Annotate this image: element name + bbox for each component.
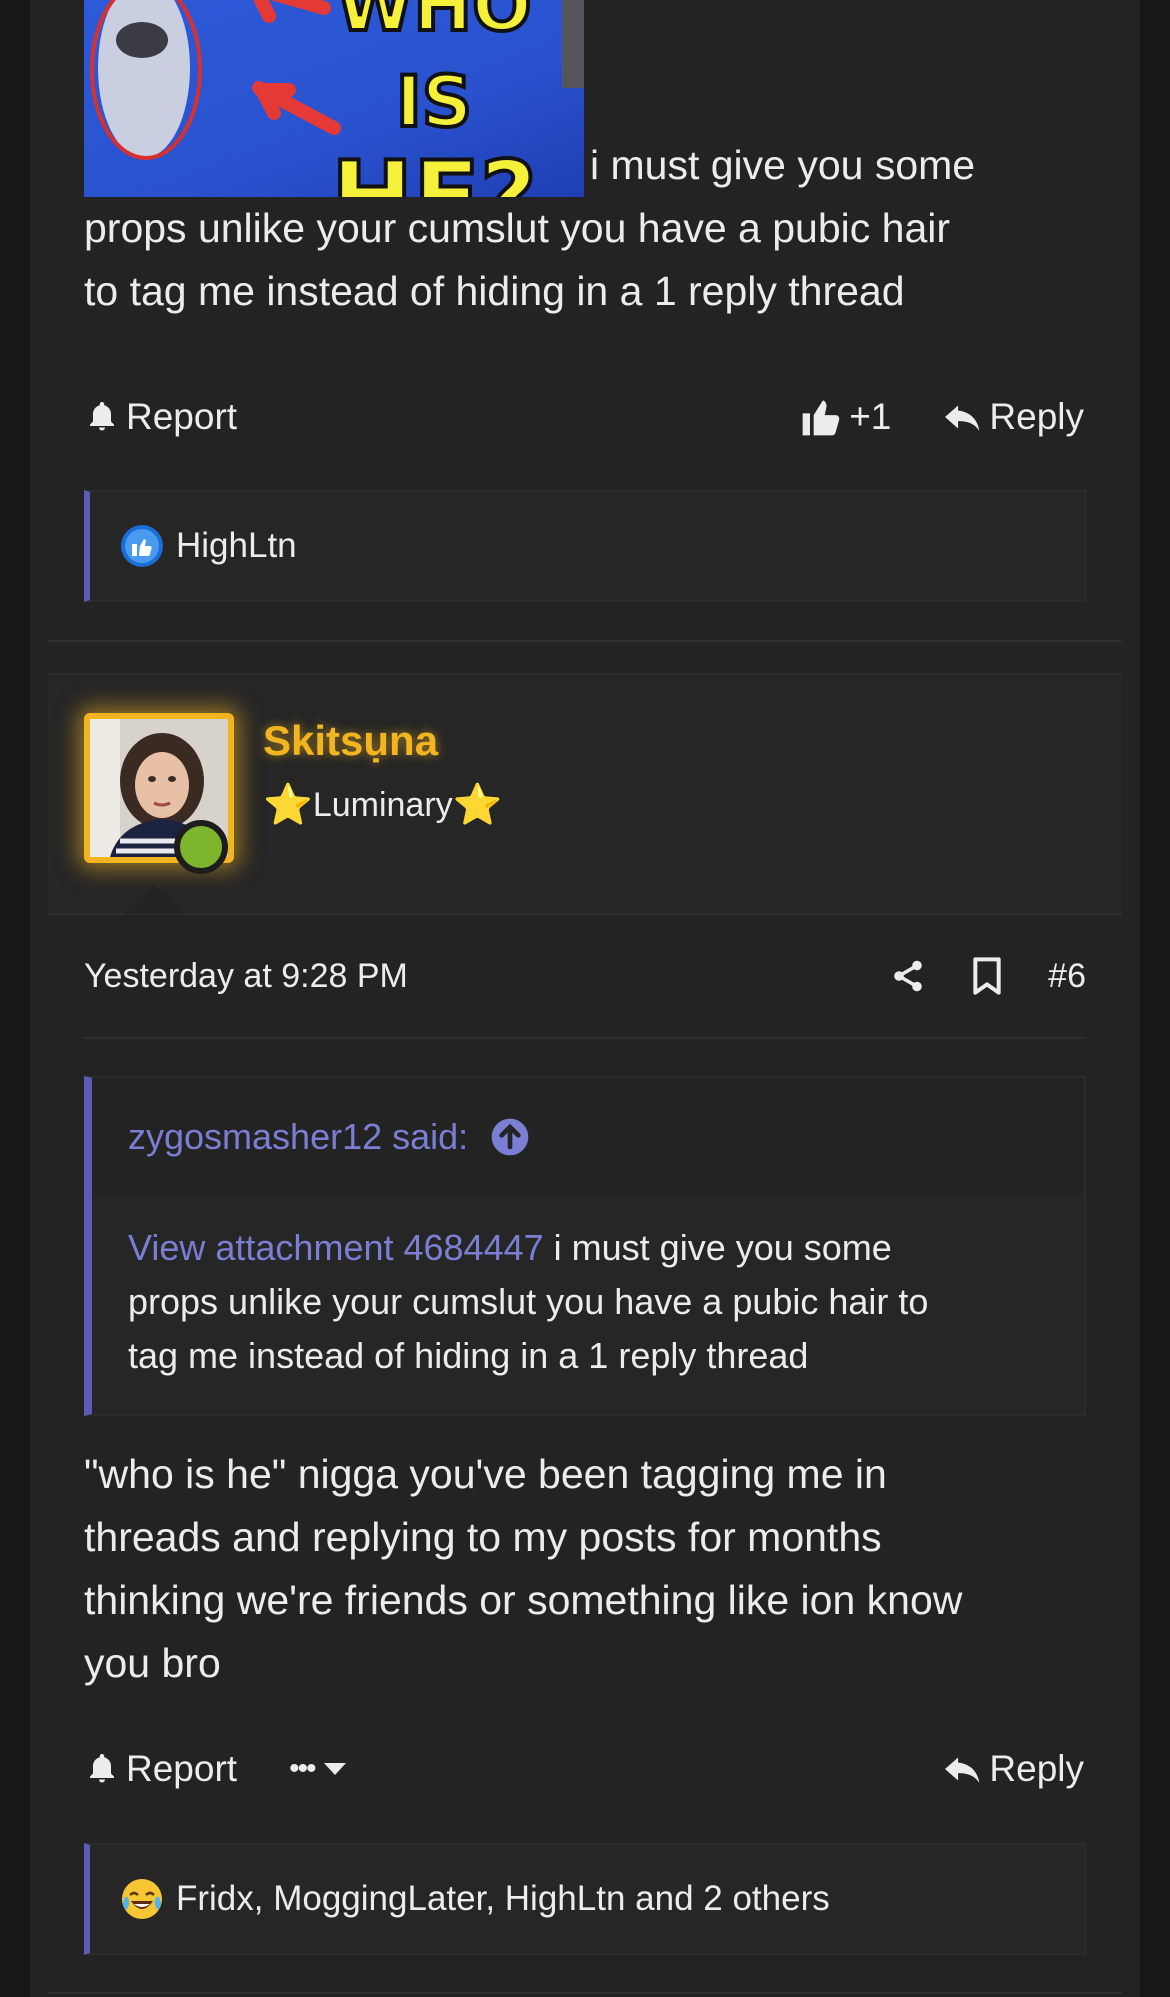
quote-header: zygosmasher12 said: — [92, 1078, 1084, 1195]
more-options-button[interactable]: ••• — [289, 1752, 347, 1786]
reply-arrow-icon — [945, 405, 980, 431]
bell-icon — [90, 402, 114, 431]
post-1-text-line-1: i must give you some — [590, 142, 976, 188]
attachment-thumbnail[interactable]: WHO IS HE? — [84, 0, 584, 197]
crying-laughing-icon — [122, 1879, 162, 1919]
report-label: Report — [126, 396, 238, 437]
post-1-body: WHO IS HE? i must give you some props un… — [84, 0, 1084, 323]
header-pointer — [124, 884, 184, 914]
quote-text-line-1: i must give you some — [553, 1227, 892, 1268]
post-1-reactions-bar[interactable]: HighLtn — [84, 490, 1086, 602]
post-2-text-line-4: you bro — [84, 1640, 221, 1686]
reply-button[interactable]: Reply — [943, 1748, 1084, 1790]
post-1-text-line-2: props unlike your cumslut you have a pub… — [84, 205, 951, 251]
post-timestamp[interactable]: Yesterday at 9:28 PM — [84, 957, 408, 996]
quote-text-line-2: props unlike your cumslut you have a pub… — [128, 1281, 929, 1322]
report-button[interactable]: Report — [84, 1748, 237, 1790]
reply-label: Reply — [989, 1748, 1084, 1789]
thumbnail-caption-line-2: HE? — [304, 147, 564, 197]
star-icon: ⭐ — [452, 783, 503, 827]
online-status-dot — [174, 820, 228, 874]
reply-button[interactable]: Reply — [943, 396, 1084, 438]
report-label: Report — [126, 1748, 238, 1789]
post-2-actions: Report ••• Reply — [84, 1739, 1084, 1799]
reaction-users: HighLtn — [176, 526, 297, 565]
post-1-text-line-3: to tag me instead of hiding in a 1 reply… — [84, 268, 905, 314]
user-title: ⭐ Luminary ⭐ — [263, 785, 502, 825]
post-2-body: "who is he" nigga you've been tagging me… — [84, 1443, 1094, 1695]
post-2-reactions-bar[interactable]: Fridx, MoggingLater, HighLtn and 2 other… — [84, 1843, 1086, 1955]
star-icon: ⭐ — [263, 783, 313, 827]
like-icon — [121, 525, 163, 567]
attachment-link[interactable]: View attachment 4684447 — [128, 1227, 544, 1268]
post-number[interactable]: #6 — [1048, 957, 1086, 996]
post-2-meta: Yesterday at 9:28 PM #6 — [84, 946, 1086, 1006]
meta-divider — [84, 1037, 1086, 1039]
bookmark-icon[interactable] — [972, 956, 1002, 996]
post-2-text-line-1: "who is he" nigga you've been tagging me… — [84, 1451, 887, 1497]
thumbnail-caption: WHO IS HE? — [304, 0, 564, 197]
reply-label: Reply — [989, 396, 1084, 437]
quote-author[interactable]: zygosmasher12 said: — [128, 1116, 468, 1158]
report-button[interactable]: Report — [84, 396, 237, 438]
post-2-text-line-3: thinking we're friends or something like… — [84, 1577, 963, 1623]
post-divider — [48, 640, 1122, 642]
user-title-text: Luminary — [312, 785, 453, 824]
reply-arrow-icon — [945, 1757, 980, 1783]
bell-icon — [90, 1754, 114, 1783]
like-count: +1 — [849, 396, 892, 437]
post-1-actions: Report +1 Reply — [84, 387, 1084, 447]
post-2-text-line-2: threads and replying to my posts for mon… — [84, 1514, 882, 1560]
post-divider — [48, 1992, 1122, 1994]
quote-block: zygosmasher12 said: View attachment 4684… — [84, 1076, 1086, 1416]
share-icon[interactable] — [890, 957, 926, 995]
quote-text-line-3: tag me instead of hiding in a 1 reply th… — [128, 1335, 809, 1376]
thumbnail-caption-line-1: WHO IS — [334, 0, 533, 145]
thumbs-up-icon — [802, 400, 840, 436]
reaction-users: Fridx, MoggingLater, HighLtn and 2 other… — [176, 1879, 830, 1918]
like-button[interactable]: +1 — [799, 395, 891, 439]
post-2-user-header: Skitsụna ⭐ Luminary ⭐ — [48, 673, 1122, 915]
username[interactable]: Skitsụna — [263, 717, 438, 765]
chevron-down-icon — [323, 1763, 346, 1775]
more-dots: ••• — [289, 1752, 316, 1785]
quote-body: View attachment 4684447 i must give you … — [92, 1195, 1084, 1383]
go-to-original-icon[interactable] — [490, 1117, 530, 1157]
